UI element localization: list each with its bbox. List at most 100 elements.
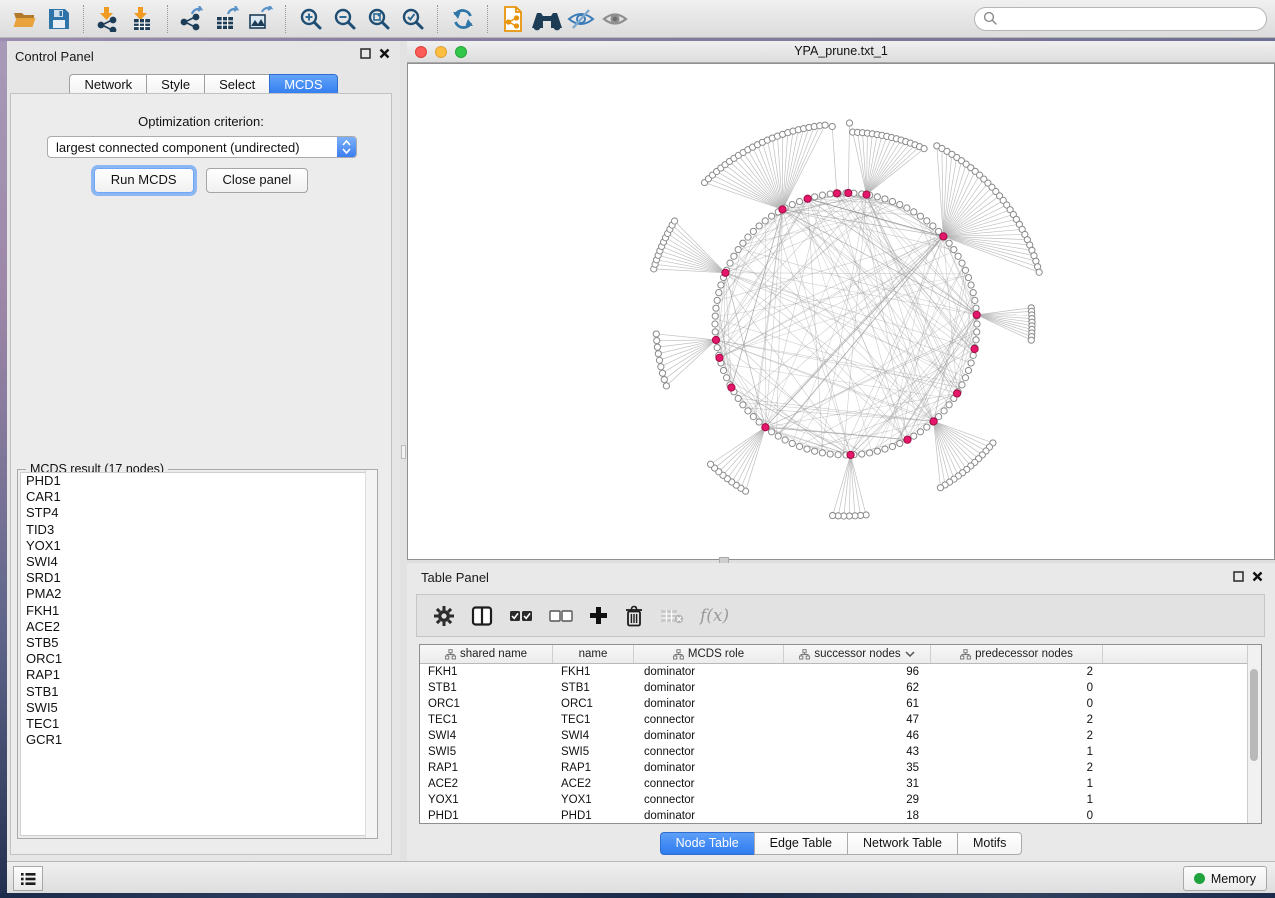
- show-all-columns-button[interactable]: [509, 610, 533, 622]
- float-panel-icon[interactable]: [1233, 571, 1244, 582]
- binoculars-icon: [530, 7, 564, 31]
- tab-motifs[interactable]: Motifs: [957, 832, 1022, 855]
- delete-table-button[interactable]: [660, 607, 684, 625]
- table-cell: SWI5: [420, 744, 553, 760]
- table-cell: 2: [931, 664, 1103, 680]
- search-input[interactable]: [998, 11, 1258, 27]
- table-row[interactable]: RAP1RAP1dominator352: [420, 760, 1261, 776]
- hide-graphics-details-button[interactable]: [564, 3, 598, 35]
- result-node[interactable]: STB1: [21, 684, 374, 700]
- export-network-button[interactable]: [176, 3, 210, 35]
- table-scrollbar[interactable]: [1247, 645, 1261, 823]
- tab-node-table[interactable]: Node Table: [660, 832, 754, 855]
- zoom-out-button[interactable]: [328, 3, 362, 35]
- column-header-MCDS-role[interactable]: MCDS role: [634, 645, 784, 663]
- result-node[interactable]: TEC1: [21, 716, 374, 732]
- criterion-select[interactable]: largest connected component (undirected): [47, 136, 357, 158]
- close-panel-icon[interactable]: [1252, 571, 1263, 582]
- table-cell: dominator: [634, 728, 784, 744]
- table-cell: connector: [634, 792, 784, 808]
- table-row[interactable]: SWI5SWI5connector431: [420, 744, 1261, 760]
- column-header-name[interactable]: name: [553, 645, 634, 663]
- memory-status-icon: [1194, 873, 1205, 884]
- column-header-successor-nodes[interactable]: successor nodes: [784, 645, 931, 663]
- result-node[interactable]: PMA2: [21, 586, 374, 602]
- result-node[interactable]: YOX1: [21, 538, 374, 554]
- table-settings-button[interactable]: [433, 605, 455, 627]
- export-image-button[interactable]: [244, 3, 278, 35]
- zoom-fit-button[interactable]: [362, 3, 396, 35]
- result-node[interactable]: PHD1: [21, 473, 374, 489]
- result-node[interactable]: ORC1: [21, 651, 374, 667]
- refresh-layout-button[interactable]: [446, 3, 480, 35]
- show-graphics-details-button[interactable]: [598, 3, 632, 35]
- result-node[interactable]: GCR1: [21, 732, 374, 748]
- result-node[interactable]: STB5: [21, 635, 374, 651]
- tab-edge-table[interactable]: Edge Table: [754, 832, 847, 855]
- table-row[interactable]: ACE2ACE2connector311: [420, 776, 1261, 792]
- table-row[interactable]: YOX1YOX1connector291: [420, 792, 1261, 808]
- export-table-button[interactable]: [210, 3, 244, 35]
- result-node[interactable]: FKH1: [21, 603, 374, 619]
- result-node[interactable]: RAP1: [21, 667, 374, 683]
- table-cell: 2: [931, 712, 1103, 728]
- result-node[interactable]: SWI5: [21, 700, 374, 716]
- close-panel-icon[interactable]: [379, 48, 390, 59]
- network-canvas[interactable]: [407, 63, 1275, 560]
- network-from-document-button[interactable]: [496, 3, 530, 35]
- table-row[interactable]: STB1STB1dominator620: [420, 680, 1261, 696]
- open-file-button[interactable]: [8, 3, 42, 35]
- mcds-result-list[interactable]: PHD1CAR1STP4TID3YOX1SWI4SRD1PMA2FKH1ACE2…: [20, 472, 375, 836]
- table-cell: TEC1: [420, 712, 553, 728]
- table-row[interactable]: SWI4SWI4dominator462: [420, 728, 1261, 744]
- refresh-icon: [449, 6, 477, 32]
- unchecked-boxes-icon: [549, 610, 573, 622]
- save-session-button[interactable]: [42, 3, 76, 35]
- run-mcds-button[interactable]: Run MCDS: [94, 168, 194, 193]
- toolbar-separator: [167, 5, 169, 33]
- delete-column-button[interactable]: [624, 605, 644, 627]
- show-column-selector-button[interactable]: [471, 606, 493, 626]
- network-window-titlebar[interactable]: YPA_prune.txt_1: [407, 41, 1275, 63]
- result-node[interactable]: SRD1: [21, 570, 374, 586]
- create-column-button[interactable]: [589, 606, 608, 625]
- column-header-predecessor-nodes[interactable]: predecessor nodes: [931, 645, 1103, 663]
- table-cell: 47: [784, 712, 931, 728]
- zoom-selected-button[interactable]: [396, 3, 430, 35]
- table-row[interactable]: FKH1FKH1dominator962: [420, 664, 1261, 680]
- import-network-button[interactable]: [92, 3, 126, 35]
- optimization-criterion-label: Optimization criterion:: [11, 114, 391, 129]
- vertical-splitter[interactable]: [400, 41, 407, 861]
- zoom-in-button[interactable]: [294, 3, 328, 35]
- column-type-icon: [673, 649, 684, 660]
- import-table-button[interactable]: [126, 3, 160, 35]
- memory-button[interactable]: Memory: [1183, 866, 1267, 891]
- result-node[interactable]: STP4: [21, 505, 374, 521]
- table-cell: 43: [784, 744, 931, 760]
- result-node[interactable]: CAR1: [21, 489, 374, 505]
- table-row[interactable]: TEC1TEC1connector472: [420, 712, 1261, 728]
- table-cell: connector: [634, 744, 784, 760]
- float-panel-icon[interactable]: [360, 48, 371, 59]
- result-list-scrollbar[interactable]: [365, 470, 377, 838]
- result-node[interactable]: ACE2: [21, 619, 374, 635]
- app-window: Control Panel NetworkStyleSelectMCDS Opt…: [0, 0, 1275, 898]
- show-task-history-button[interactable]: [13, 866, 43, 891]
- function-builder-button[interactable]: f(x): [700, 606, 729, 626]
- table-cell: RAP1: [553, 760, 634, 776]
- find-button[interactable]: [530, 3, 564, 35]
- hide-all-columns-button[interactable]: [549, 610, 573, 622]
- tab-network-table[interactable]: Network Table: [847, 832, 957, 855]
- column-header-shared-name[interactable]: shared name: [420, 645, 553, 663]
- table-scrollbar-thumb[interactable]: [1250, 669, 1258, 761]
- table-row[interactable]: PHD1PHD1dominator180: [420, 808, 1261, 824]
- result-node[interactable]: TID3: [21, 522, 374, 538]
- node-table[interactable]: shared namenameMCDS rolesuccessor nodesp…: [419, 644, 1262, 824]
- mcds-result-group: MCDS result (17 nodes) PHD1CAR1STP4TID3Y…: [17, 469, 378, 839]
- table-row[interactable]: ORC1ORC1dominator610: [420, 696, 1261, 712]
- result-node[interactable]: SWI4: [21, 554, 374, 570]
- close-panel-button[interactable]: Close panel: [206, 168, 309, 193]
- criterion-value: largest connected component (undirected): [48, 140, 337, 155]
- table-panel-title: Table Panel: [421, 570, 489, 585]
- search-field[interactable]: [974, 7, 1267, 31]
